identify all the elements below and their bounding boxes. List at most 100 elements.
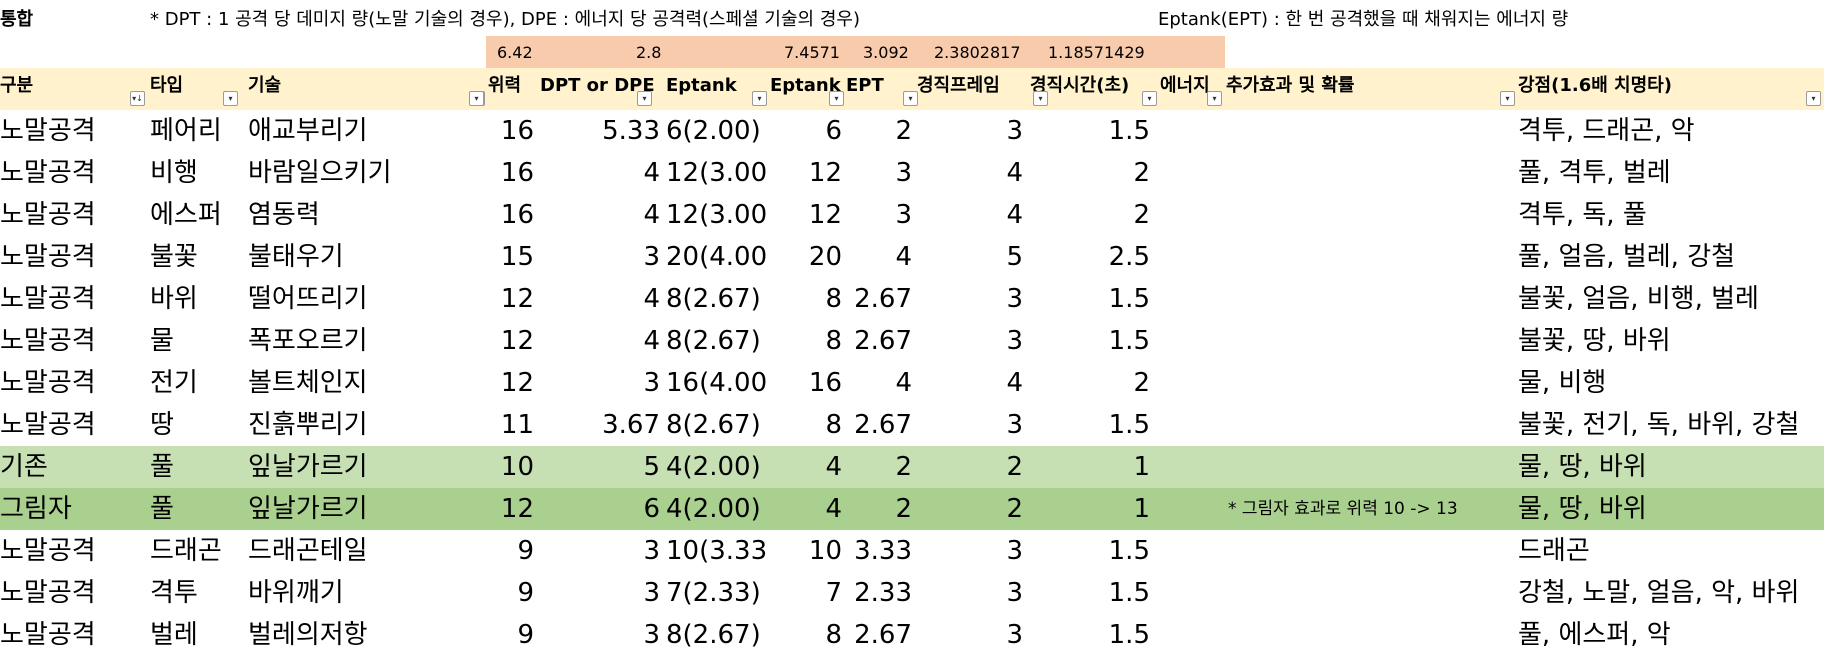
cell-eptank[interactable]: 4 [770,446,842,488]
cell-power[interactable]: 9 [488,530,534,572]
cell-eptank-detail[interactable]: 16(4.00) [666,362,768,404]
cell-strong-against[interactable]: 격투, 드래곤, 악 [1518,110,1824,152]
header-stun-frames[interactable]: 경직프레임 [917,68,1023,110]
cell-power[interactable]: 12 [488,362,534,404]
cell-stun-seconds[interactable]: 2 [1030,194,1150,236]
cell-skill[interactable]: 드래곤테일 [248,530,488,572]
summary-cell[interactable]: 6.42 [497,43,533,62]
cell-eptank-detail[interactable]: 4(2.00) [666,446,768,488]
summary-cell[interactable]: 3.092 [863,43,909,62]
table-row[interactable]: 노말공격 드래곤 드래곤테일 9 3 10(3.33) 10 3.33 3 1.5 드래곤 [0,530,1824,572]
cell-dpt-dpe[interactable]: 5 [540,446,660,488]
cell-stun-seconds[interactable]: 2 [1030,152,1150,194]
cell-dpt-dpe[interactable]: 3.67 [540,404,660,446]
filter-active-icon[interactable]: ▾↓ [130,91,145,106]
cell-power[interactable]: 12 [488,278,534,320]
cell-eptank-detail[interactable]: 8(2.67) [666,614,768,656]
cell-extra-effect[interactable] [1226,572,1520,614]
cell-stun-seconds[interactable]: 2.5 [1030,236,1150,278]
cell-skill[interactable]: 바람일으키기 [248,152,488,194]
cell-extra-effect[interactable] [1226,278,1520,320]
cell-strong-against[interactable]: 물, 땅, 바위 [1518,488,1824,530]
cell-type[interactable]: 땅 [150,404,246,446]
cell-eptank[interactable]: 7 [770,572,842,614]
filter-dropdown-icon[interactable]: ▾ [1142,91,1157,106]
table-row[interactable]: 노말공격 비행 바람일으키기 16 4 12(3.00) 12 3 4 2 풀, 격투, 벌레 [0,152,1824,194]
cell-type[interactable]: 물 [150,320,246,362]
cell-stun-seconds[interactable]: 1 [1030,488,1150,530]
note-eptank[interactable]: Eptank(EPT) : 한 번 공격했을 때 채워지는 에너지 량 [1158,5,1568,31]
cell-eptank-detail[interactable]: 12(3.00) [666,152,768,194]
cell-skill[interactable]: 볼트체인지 [248,362,488,404]
cell-eptank-detail[interactable]: 12(3.00) [666,194,768,236]
cell-category[interactable]: 노말공격 [0,530,148,572]
cell-stun-frames[interactable]: 3 [917,404,1023,446]
cell-eptank[interactable]: 8 [770,614,842,656]
cell-eptank[interactable]: 8 [770,278,842,320]
cell-dpt-dpe[interactable]: 3 [540,236,660,278]
cell-ept[interactable]: 4 [846,362,912,404]
cell-category[interactable]: 노말공격 [0,278,148,320]
cell-category[interactable]: 노말공격 [0,194,148,236]
cell-power[interactable]: 11 [488,404,534,446]
table-row[interactable]: 노말공격 전기 볼트체인지 12 3 16(4.00) 16 4 4 2 물, 비행 [0,362,1824,404]
cell-dpt-dpe[interactable]: 3 [540,530,660,572]
cell-type[interactable]: 페어리 [150,110,246,152]
cell-extra-effect[interactable] [1226,530,1520,572]
cell-dpt-dpe[interactable]: 4 [540,278,660,320]
cell-type[interactable]: 에스퍼 [150,194,246,236]
cell-strong-against[interactable]: 물, 비행 [1518,362,1824,404]
summary-cell[interactable]: 1.18571429 [1048,43,1145,62]
cell-strong-against[interactable]: 불꽃, 땅, 바위 [1518,320,1824,362]
cell-type[interactable]: 불꽃 [150,236,246,278]
cell-stun-seconds[interactable]: 1.5 [1030,404,1150,446]
cell-extra-effect[interactable] [1226,194,1520,236]
cell-power[interactable]: 12 [488,488,534,530]
cell-eptank[interactable]: 12 [770,194,842,236]
cell-extra-effect[interactable] [1226,614,1520,656]
summary-cell[interactable]: 7.4571 [784,43,840,62]
cell-stun-frames[interactable]: 3 [917,530,1023,572]
table-row[interactable]: 노말공격 벌레 벌레의저항 9 3 8(2.67) 8 2.67 3 1.5 풀, 에스퍼, 악 [0,614,1824,656]
cell-stun-seconds[interactable]: 1.5 [1030,530,1150,572]
header-extra-effect[interactable]: 추가효과 및 확률 [1226,68,1518,110]
cell-eptank[interactable]: 20 [770,236,842,278]
cell-eptank-detail[interactable]: 10(3.33) [666,530,768,572]
cell-energy[interactable] [1160,320,1224,362]
cell-type[interactable]: 벌레 [150,614,246,656]
cell-dpt-dpe[interactable]: 3 [540,572,660,614]
cell-eptank-detail[interactable]: 20(4.00) [666,236,768,278]
cell-extra-effect[interactable] [1226,446,1520,488]
table-row[interactable]: 노말공격 에스퍼 염동력 16 4 12(3.00) 12 3 4 2 격투, 독, 풀 [0,194,1824,236]
cell-category[interactable]: 노말공격 [0,572,148,614]
cell-eptank[interactable]: 8 [770,404,842,446]
cell-dpt-dpe[interactable]: 3 [540,362,660,404]
cell-dpt-dpe[interactable]: 4 [540,320,660,362]
cell-power[interactable]: 9 [488,572,534,614]
table-row[interactable]: 노말공격 불꽃 불태우기 15 3 20(4.00) 20 4 5 2.5 풀, 얼음, 벌레, 강… [0,236,1824,278]
filter-dropdown-icon[interactable]: ▾ [752,91,767,106]
cell-type[interactable]: 풀 [150,446,246,488]
cell-stun-seconds[interactable]: 1.5 [1030,278,1150,320]
cell-type[interactable]: 비행 [150,152,246,194]
cell-strong-against[interactable]: 불꽃, 얼음, 비행, 벌레 [1518,278,1824,320]
cell-stun-frames[interactable]: 3 [917,320,1023,362]
cell-dpt-dpe[interactable]: 5.33 [540,110,660,152]
filter-dropdown-icon[interactable]: ▾ [1500,91,1515,106]
cell-skill[interactable]: 진흙뿌리기 [248,404,488,446]
table-row[interactable]: 그림자 풀 잎날가르기 12 6 4(2.00) 4 2 2 1 * 그림자 효과로 위력 10 -… [0,488,1824,530]
cell-power[interactable]: 16 [488,194,534,236]
filter-dropdown-icon[interactable]: ▾ [223,91,238,106]
cell-eptank[interactable]: 4 [770,488,842,530]
cell-extra-effect[interactable] [1226,110,1520,152]
cell-category[interactable]: 노말공격 [0,152,148,194]
cell-category[interactable]: 기존 [0,446,148,488]
filter-dropdown-icon[interactable]: ▾ [637,91,652,106]
cell-ept[interactable]: 2 [846,110,912,152]
cell-extra-effect[interactable] [1226,320,1520,362]
cell-skill[interactable]: 불태우기 [248,236,488,278]
filter-dropdown-icon[interactable]: ▾ [1033,91,1048,106]
cell-type[interactable]: 격투 [150,572,246,614]
cell-extra-effect[interactable] [1226,236,1520,278]
cell-category[interactable]: 노말공격 [0,362,148,404]
